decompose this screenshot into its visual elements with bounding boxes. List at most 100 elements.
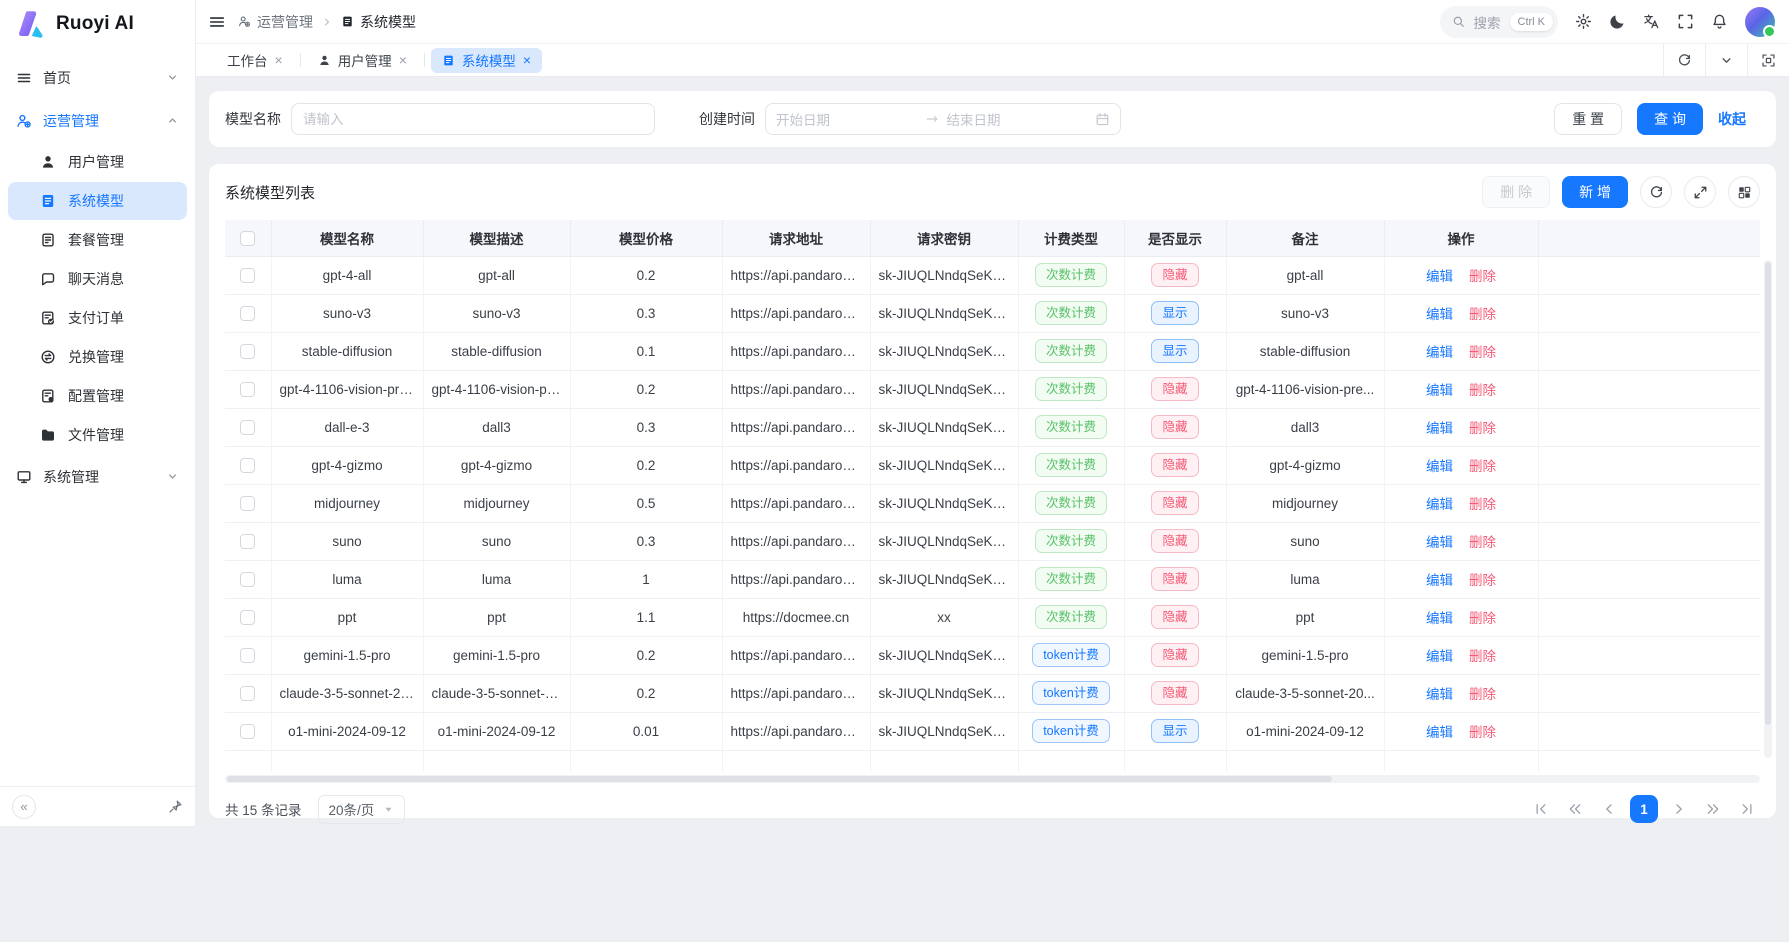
delete-link[interactable]: 删除 — [1469, 459, 1496, 474]
sidebar-item[interactable]: 系统模型 — [8, 182, 187, 220]
row-checkbox[interactable] — [240, 572, 255, 587]
edit-link[interactable]: 编辑 — [1426, 573, 1453, 588]
bell-icon[interactable] — [1711, 13, 1728, 30]
prev-button[interactable] — [1596, 796, 1622, 822]
row-checkbox[interactable] — [240, 724, 255, 739]
fullscreen-icon[interactable] — [1677, 13, 1694, 30]
edit-link[interactable]: 编辑 — [1426, 345, 1453, 360]
delete-link[interactable]: 删除 — [1469, 535, 1496, 550]
refresh-icon[interactable] — [1663, 44, 1705, 76]
row-checkbox[interactable] — [240, 534, 255, 549]
delete-link[interactable]: 删除 — [1469, 611, 1496, 626]
tab-close-icon[interactable]: × — [399, 53, 407, 67]
sidebar-item[interactable]: 支付订单 — [8, 299, 187, 337]
edit-link[interactable]: 编辑 — [1426, 269, 1453, 284]
edit-link[interactable]: 编辑 — [1426, 687, 1453, 702]
cell-remark: o1-mini-2024-09-12 — [1226, 712, 1384, 750]
edit-link[interactable]: 编辑 — [1426, 649, 1453, 664]
breadcrumb-item[interactable]: 运营管理 — [238, 12, 313, 32]
edit-link[interactable]: 编辑 — [1426, 421, 1453, 436]
next-button[interactable] — [1666, 796, 1692, 822]
edit-link[interactable]: 编辑 — [1426, 459, 1453, 474]
tab-close-icon[interactable]: × — [523, 53, 531, 67]
query-button[interactable]: 查 询 — [1637, 103, 1703, 135]
chevron-down-icon[interactable] — [1705, 44, 1747, 76]
edit-link[interactable]: 编辑 — [1426, 497, 1453, 512]
date-range-picker[interactable]: 开始日期 结束日期 — [765, 103, 1121, 135]
grid-button[interactable] — [1728, 176, 1760, 208]
sidebar-item[interactable]: 配置管理 — [8, 377, 187, 415]
double-next-button[interactable] — [1700, 796, 1726, 822]
sidebar-group[interactable]: 首页 — [0, 56, 195, 99]
last-page-button[interactable] — [1734, 796, 1760, 822]
tab-item[interactable]: 工作台× — [216, 48, 294, 73]
delete-link[interactable]: 删除 — [1469, 421, 1496, 436]
select-all-checkbox[interactable] — [240, 231, 255, 246]
sidebar-item[interactable]: 套餐管理 — [8, 221, 187, 259]
edit-link[interactable]: 编辑 — [1426, 611, 1453, 626]
delete-link[interactable]: 删除 — [1469, 383, 1496, 398]
row-checkbox[interactable] — [240, 458, 255, 473]
row-checkbox[interactable] — [240, 686, 255, 701]
reset-button[interactable]: 重 置 — [1554, 103, 1622, 135]
delete-link[interactable]: 删除 — [1469, 307, 1496, 322]
range-arrow-icon — [925, 112, 939, 126]
avatar[interactable] — [1745, 7, 1775, 37]
tab-close-icon[interactable]: × — [275, 53, 283, 67]
cell-select — [225, 332, 271, 370]
edit-link[interactable]: 编辑 — [1426, 383, 1453, 398]
delete-link[interactable]: 删除 — [1469, 649, 1496, 664]
vertical-scrollbar[interactable] — [1764, 260, 1772, 758]
sidebar-collapse-button[interactable]: « — [12, 795, 36, 819]
hamburger-menu-icon[interactable] — [208, 13, 226, 31]
sidebar-item[interactable]: 用户管理 — [8, 143, 187, 181]
breadcrumb-item[interactable]: 系统模型 — [341, 12, 416, 32]
sidebar-group[interactable]: 系统管理 — [0, 455, 195, 498]
row-checkbox[interactable] — [240, 344, 255, 359]
tab-active[interactable]: 系统模型× — [431, 48, 542, 73]
delete-link[interactable]: 删除 — [1469, 687, 1496, 702]
logo[interactable]: Ruoyi AI — [0, 0, 195, 48]
delete-link[interactable]: 删除 — [1469, 497, 1496, 512]
translate-icon[interactable] — [1643, 13, 1660, 30]
moon-icon[interactable] — [1609, 13, 1626, 30]
delete-link[interactable]: 删除 — [1469, 725, 1496, 740]
edit-link[interactable]: 编辑 — [1426, 307, 1453, 322]
global-search[interactable]: 搜索 Ctrl K — [1440, 6, 1559, 38]
add-button[interactable]: 新 增 — [1562, 176, 1628, 208]
row-checkbox[interactable] — [240, 306, 255, 321]
edit-link[interactable]: 编辑 — [1426, 725, 1453, 740]
row-checkbox[interactable] — [240, 496, 255, 511]
tab-item[interactable]: 用户管理× — [307, 48, 418, 73]
settings-icon[interactable] — [1575, 13, 1592, 30]
row-checkbox[interactable] — [240, 648, 255, 663]
batch-delete-button[interactable]: 删 除 — [1482, 176, 1550, 208]
row-checkbox[interactable] — [240, 268, 255, 283]
expand-button[interactable] — [1684, 176, 1716, 208]
cell-visibility: 隐藏 — [1124, 598, 1226, 636]
column-header: 备注 — [1226, 220, 1384, 256]
pin-icon[interactable] — [168, 799, 183, 814]
row-checkbox[interactable] — [240, 610, 255, 625]
delete-link[interactable]: 删除 — [1469, 345, 1496, 360]
row-checkbox[interactable] — [240, 382, 255, 397]
refresh-button[interactable] — [1640, 176, 1672, 208]
model-name-input[interactable] — [291, 103, 655, 135]
edit-link[interactable]: 编辑 — [1426, 535, 1453, 550]
current-page[interactable]: 1 — [1630, 795, 1658, 823]
row-checkbox[interactable] — [240, 420, 255, 435]
delete-link[interactable]: 删除 — [1469, 269, 1496, 284]
next-icon — [1672, 802, 1686, 816]
horizontal-scrollbar[interactable] — [225, 775, 1760, 783]
collapse-filter-link[interactable]: 收起 — [1718, 109, 1760, 129]
sidebar-item[interactable]: 聊天消息 — [8, 260, 187, 298]
page-size-select[interactable]: 20条/页 — [318, 795, 406, 824]
sidebar-item[interactable]: 兑换管理 — [8, 338, 187, 376]
double-prev-button[interactable] — [1562, 796, 1588, 822]
screen-icon[interactable] — [1747, 44, 1789, 76]
delete-link[interactable]: 删除 — [1469, 573, 1496, 588]
cell-billing-type: 次数计费 — [1018, 294, 1124, 332]
sidebar-group[interactable]: 运营管理 — [0, 99, 195, 142]
first-page-button[interactable] — [1528, 796, 1554, 822]
sidebar-item[interactable]: 文件管理 — [8, 416, 187, 454]
